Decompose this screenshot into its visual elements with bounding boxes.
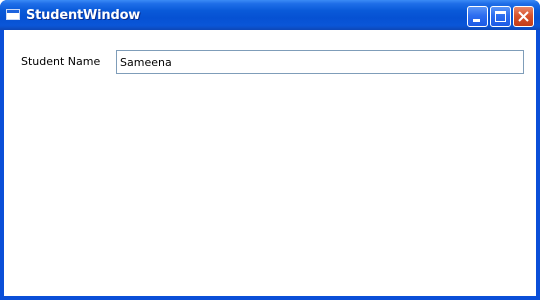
window-client-area: Student Name	[4, 30, 536, 296]
maximize-button[interactable]	[490, 6, 511, 27]
close-icon	[518, 11, 529, 22]
title-bar[interactable]: StudentWindow	[0, 0, 540, 30]
minimize-icon	[473, 19, 480, 22]
minimize-button[interactable]	[467, 6, 488, 27]
student-window: StudentWindow Student Name	[0, 0, 540, 300]
student-name-label: Student Name	[21, 55, 101, 68]
window-title: StudentWindow	[26, 8, 141, 23]
maximize-icon	[495, 11, 506, 22]
close-button[interactable]	[513, 6, 534, 27]
student-name-input[interactable]	[116, 50, 524, 74]
window-app-icon[interactable]	[6, 9, 20, 20]
